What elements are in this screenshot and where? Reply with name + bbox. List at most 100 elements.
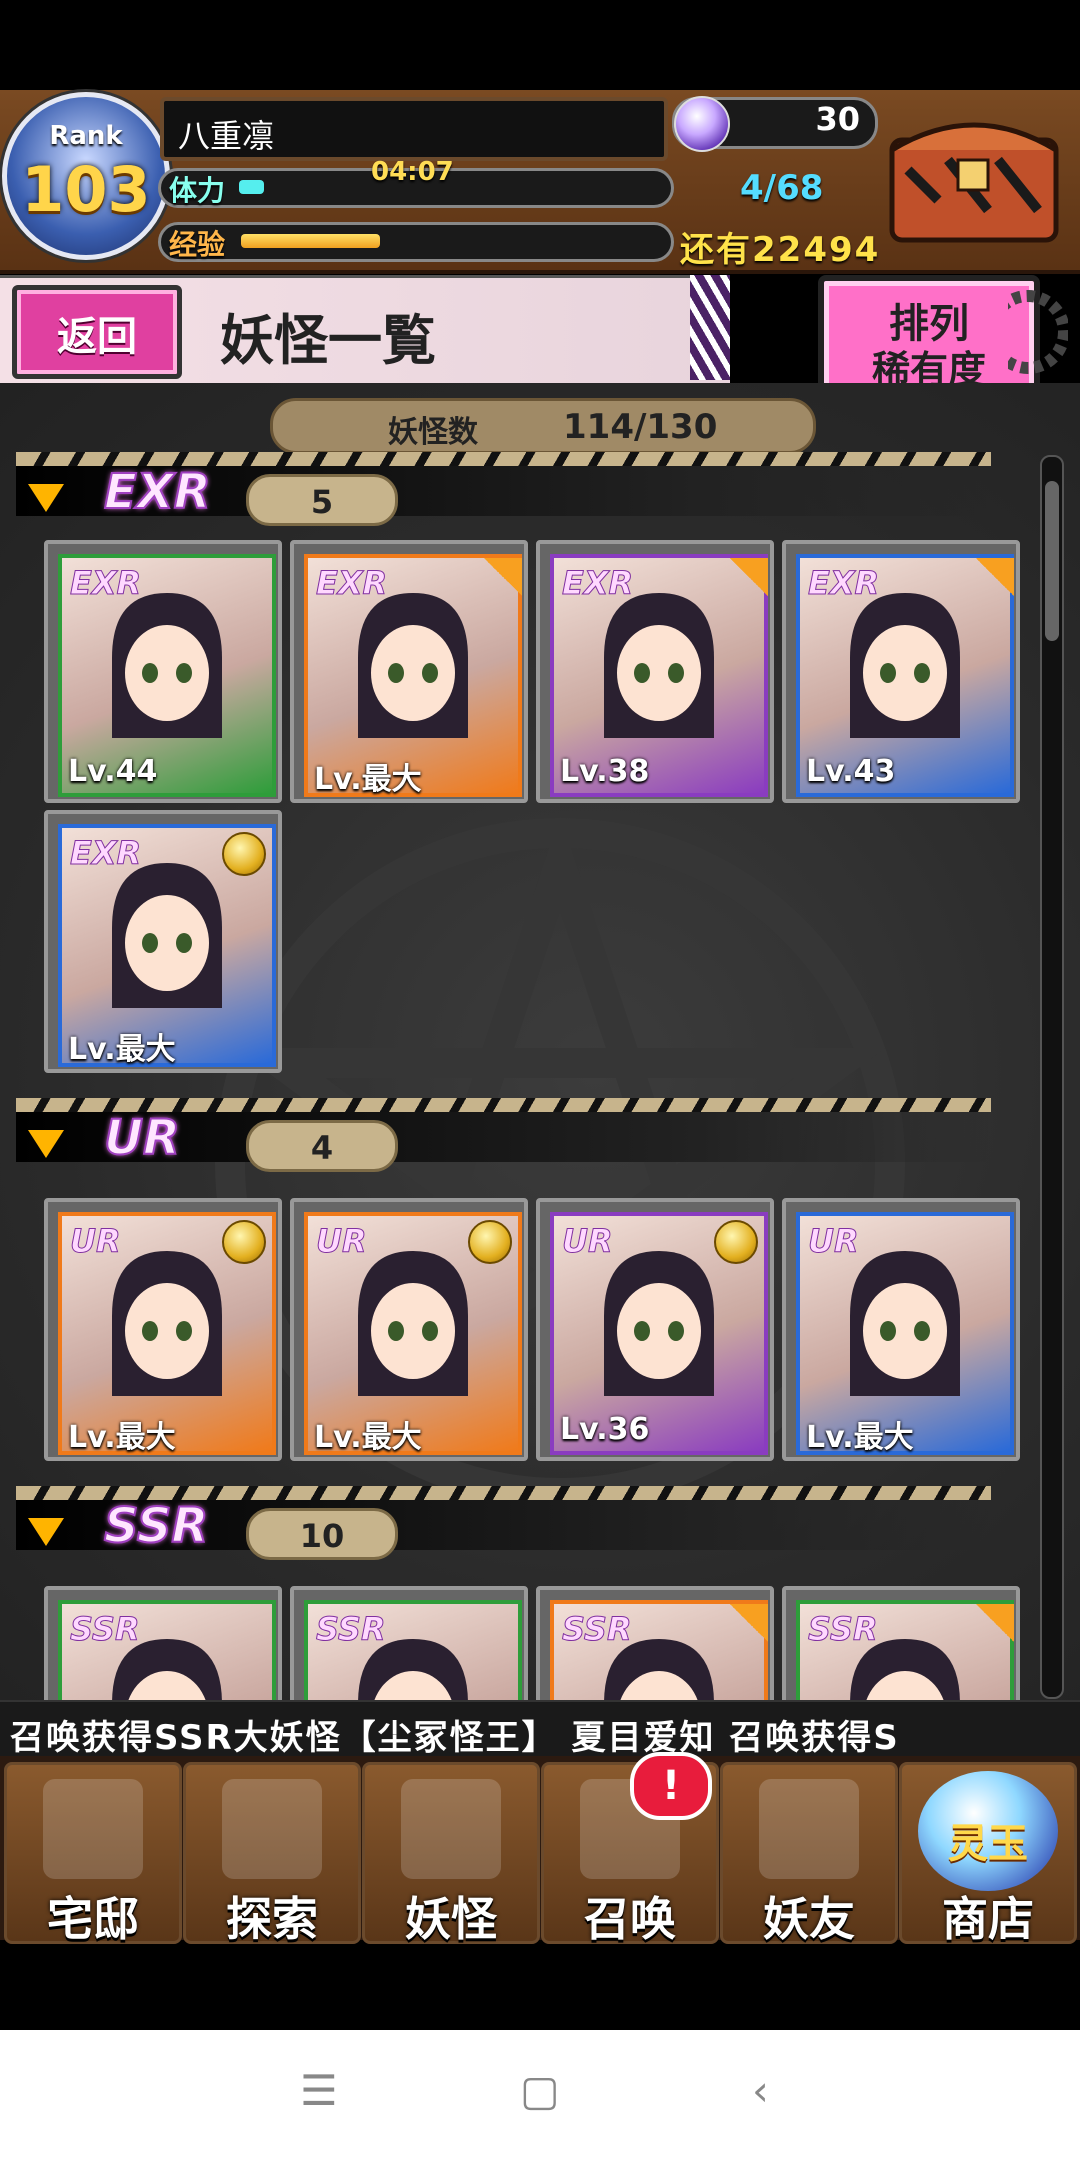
monster-card[interactable]: UR Lv.最大 (44, 1198, 282, 1461)
rarity-count: 10 (299, 1517, 345, 1555)
spirit-orb-icon (674, 96, 730, 152)
card-rarity-badge: EXR (69, 564, 142, 603)
alert-badge: ! (630, 1752, 712, 1820)
nav-item[interactable]: 探索 (183, 1762, 361, 1946)
orb-label: 灵玉 (948, 1821, 1028, 1867)
monster-count-label: 妖怪数 (388, 415, 478, 450)
nav-item[interactable]: 妖怪 (362, 1762, 540, 1946)
ticker-text: 召唤获得SSR大妖怪【尘冢怪王】 夏目爱知 召唤获得S (10, 1718, 900, 1758)
treasure-chest-icon[interactable] (878, 100, 1068, 250)
nav-item[interactable]: 灵玉 商店 (899, 1762, 1077, 1946)
scrollbar[interactable] (1040, 455, 1064, 1699)
card-rarity-badge: EXR (561, 564, 634, 603)
nav-label: 妖怪 (405, 1892, 497, 1946)
star-icon (484, 558, 522, 596)
rarity-count: 4 (310, 1129, 334, 1167)
card-rarity-badge: UR (808, 1222, 860, 1261)
monster-card[interactable]: EXR Lv.38 (536, 540, 774, 803)
monster-card[interactable]: EXR Lv.43 (782, 540, 1020, 803)
collapse-triangle-icon[interactable] (28, 1130, 64, 1158)
monster-card[interactable]: UR Lv.36 (536, 1198, 774, 1461)
card-rarity-badge: SSR (316, 1610, 387, 1649)
card-rarity-badge: UR (316, 1222, 368, 1261)
news-ticker: 召唤获得SSR大妖怪【尘冢怪王】 夏目爱知 召唤获得S (0, 1700, 1080, 1758)
rarity-section-header[interactable]: SSR 10 (16, 1486, 991, 1560)
menu-icon[interactable]: ☰ (300, 2066, 338, 2115)
nav-label: 宅邸 (47, 1892, 139, 1946)
monster-count-box: 妖怪数 114/130 (270, 398, 816, 454)
collapse-triangle-icon[interactable] (28, 1518, 64, 1546)
rarity-label: UR (103, 1109, 181, 1167)
card-level: Lv.最大 (806, 1420, 914, 1455)
rarity-count-pill: 10 (246, 1508, 398, 1560)
rank-badge[interactable]: Rank 103 (2, 92, 170, 260)
monster-face-icon (112, 863, 222, 1008)
rarity-count-pill: 4 (246, 1120, 398, 1172)
gear-icon (1008, 290, 1068, 374)
slot-count: 4/68 (740, 168, 824, 208)
mansion-icon (43, 1779, 143, 1879)
stamina-timer: 04:07 (371, 157, 454, 187)
title-stripes (690, 275, 730, 380)
monster-face-icon (604, 1251, 714, 1396)
monster-card[interactable]: SSR (44, 1586, 282, 1706)
nav-label: 妖友 (763, 1892, 855, 1946)
monster-card[interactable]: EXR Lv.最大 (44, 810, 282, 1073)
rank-value: 103 (21, 153, 151, 226)
card-rarity-badge: SSR (562, 1610, 633, 1649)
rarity-section-header[interactable]: EXR 5 (16, 452, 991, 526)
magnifier-icon (222, 1779, 322, 1879)
nav-item[interactable]: 宅邸 (4, 1762, 182, 1946)
card-level: Lv.44 (68, 754, 158, 789)
card-level: Lv.最大 (314, 762, 422, 797)
collapse-triangle-icon[interactable] (28, 484, 64, 512)
card-level: Lv.38 (560, 754, 650, 789)
star-icon (976, 558, 1014, 596)
card-rarity-badge: SSR (70, 1610, 141, 1649)
nav-label: 探索 (226, 1892, 318, 1946)
orb-icon: 灵玉 (918, 1771, 1058, 1891)
card-rarity-badge: SSR (808, 1610, 879, 1649)
monster-face-icon (358, 593, 468, 738)
exp-fill (241, 234, 380, 248)
card-level: Lv.最大 (68, 1420, 176, 1455)
scroll-thumb[interactable] (1045, 481, 1059, 641)
stamina-fill (239, 180, 264, 194)
monster-card[interactable]: UR Lv.最大 (782, 1198, 1020, 1461)
orb-value: 30 (815, 100, 860, 138)
monster-portrait: SSR (304, 1600, 522, 1702)
monster-card[interactable]: EXR Lv.最大 (290, 540, 528, 803)
player-name: 八重凛 (178, 117, 275, 155)
home-icon[interactable]: ▢ (520, 2066, 560, 2115)
medal-icon (222, 832, 266, 876)
monster-portrait: UR Lv.36 (550, 1212, 768, 1455)
star-icon (730, 1604, 768, 1642)
monster-face-icon (112, 593, 222, 738)
stamina-label: 体力 (169, 174, 226, 207)
rarity-count: 5 (310, 483, 334, 521)
monster-card[interactable]: SSR (782, 1586, 1020, 1706)
monster-face-icon (358, 1251, 468, 1396)
monster-card[interactable]: EXR Lv.44 (44, 540, 282, 803)
monster-portrait: SSR (550, 1600, 768, 1702)
status-bar (0, 0, 1080, 90)
star-icon (730, 558, 768, 596)
rank-label: Rank (49, 121, 123, 151)
nav-item[interactable]: 妖友 (720, 1762, 898, 1946)
monster-card[interactable]: SSR (290, 1586, 528, 1706)
rarity-section-header[interactable]: UR 4 (16, 1098, 991, 1172)
back-icon[interactable]: ‹ (752, 2066, 769, 2115)
card-rarity-badge: EXR (807, 564, 880, 603)
exp-bar: 经验 (158, 222, 674, 262)
monster-portrait: EXR Lv.最大 (58, 824, 276, 1067)
monster-card[interactable]: SSR (536, 1586, 774, 1706)
exp-label: 经验 (169, 228, 226, 261)
back-button[interactable]: 返回 (12, 285, 182, 379)
card-rarity-badge: EXR (315, 564, 388, 603)
monster-card[interactable]: UR Lv.最大 (290, 1198, 528, 1461)
card-level: Lv.最大 (68, 1032, 176, 1067)
page-title: 妖怪一覧 (220, 309, 436, 372)
card-level: Lv.43 (806, 754, 896, 789)
card-rarity-badge: EXR (69, 834, 142, 873)
player-name-box: 八重凛 (160, 97, 668, 161)
